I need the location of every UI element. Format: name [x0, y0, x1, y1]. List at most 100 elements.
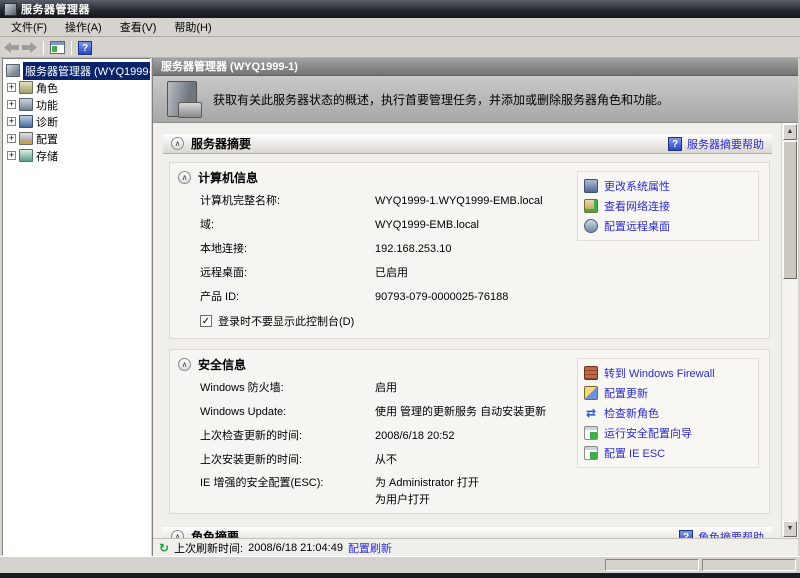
last-refresh-time: 2008/6/18 21:04:49: [248, 541, 343, 554]
tree-root-label[interactable]: 服务器管理器 (WYQ1999-1): [23, 61, 150, 80]
server-summary-help-link[interactable]: 服务器摘要帮助: [687, 136, 764, 152]
expand-plus-icon[interactable]: +: [7, 151, 16, 160]
ie-esc-icon: [584, 446, 598, 460]
computer-info-title: 计算机信息: [198, 171, 259, 185]
row-label: 计算机完整名称:: [200, 195, 281, 207]
window-title: 服务器管理器: [21, 4, 90, 16]
tree-item-label[interactable]: 角色: [36, 80, 58, 96]
row-label: Windows Update:: [200, 406, 287, 418]
link-label[interactable]: 配置远程桌面: [604, 218, 670, 234]
collapse-chevron-icon[interactable]: ∧: [178, 358, 191, 371]
details-pane: 服务器管理器 (WYQ1999-1) 获取有关此服务器状态的概述，执行首要管理任…: [152, 58, 798, 556]
row-label: 产品 ID:: [200, 291, 240, 303]
server-summary-title: 服务器摘要: [191, 137, 252, 151]
link-label[interactable]: 转到 Windows Firewall: [604, 365, 715, 381]
banner-text: 获取有关此服务器状态的概述，执行首要管理任务，并添加或删除服务器角色和功能。: [213, 92, 670, 107]
row-value: 使用 管理的更新服务 自动安装更新: [375, 406, 547, 418]
expand-plus-icon[interactable]: +: [7, 117, 16, 126]
server-summary-header[interactable]: ∧ 服务器摘要 ? 服务器摘要帮助: [163, 133, 772, 154]
features-icon: [19, 98, 33, 111]
console-tree: 服务器管理器 (WYQ1999-1) + 角色 + 功能 + 诊断 + 配置 +…: [2, 58, 151, 556]
link-label[interactable]: 配置 IE ESC: [604, 445, 665, 461]
row-label: 上次检查更新的时间:: [200, 430, 303, 442]
system-properties-icon: [584, 179, 598, 193]
tree-item-label[interactable]: 诊断: [36, 114, 58, 130]
configure-updates[interactable]: 配置更新: [584, 383, 752, 403]
expand-plus-icon[interactable]: +: [7, 100, 16, 109]
link-label[interactable]: 更改系统属性: [604, 178, 670, 194]
menu-action[interactable]: 操作(A): [56, 17, 111, 37]
menu-help[interactable]: 帮助(H): [165, 17, 220, 37]
link-label[interactable]: 查看网络连接: [604, 198, 670, 214]
back-icon[interactable]: [4, 42, 19, 53]
show-console-tree-icon[interactable]: [50, 41, 65, 54]
scrollbar-thumb[interactable]: [783, 141, 797, 279]
row-label: 本地连接:: [200, 243, 248, 255]
link-label[interactable]: 检查新角色: [604, 405, 659, 421]
run-security-wizard[interactable]: 运行安全配置向导: [584, 423, 752, 443]
toolbar-separator: [43, 40, 44, 55]
computer-info-links: 更改系统属性 查看网络连接 配置远程桌面: [577, 171, 759, 241]
computer-info-panel: ∧ 计算机信息 计算机完整名称: WYQ1999-1.WYQ1999-EMB.l…: [169, 162, 770, 339]
row-value: 192.168.253.10: [375, 243, 452, 255]
tree-item-diagnostics[interactable]: + 诊断: [3, 113, 150, 130]
roles-summary-help-link[interactable]: 角色摘要帮助: [698, 529, 764, 539]
collapse-chevron-icon[interactable]: ∧: [171, 137, 184, 150]
roles-summary-header[interactable]: ∧ 角色摘要 ? 角色摘要帮助: [163, 526, 772, 538]
tree-item-label[interactable]: 存储: [36, 148, 58, 164]
configuration-icon: [19, 132, 33, 145]
link-label[interactable]: 运行安全配置向导: [604, 425, 692, 441]
row-value: 2008/6/18 20:52: [375, 430, 455, 442]
server-manager-icon: [4, 2, 17, 16]
configure-refresh-link[interactable]: 配置刷新: [348, 540, 392, 556]
checkbox-label: 登录时不要显示此控制台(D): [218, 316, 355, 328]
menu-bar: 文件(F) 操作(A) 查看(V) 帮助(H): [0, 18, 800, 37]
view-network-connections[interactable]: 查看网络连接: [584, 196, 752, 216]
diagnostics-icon: [19, 115, 33, 128]
tree-item-roles[interactable]: + 角色: [3, 79, 150, 96]
windows-update-icon: [584, 386, 598, 400]
network-connections-icon: [584, 199, 598, 213]
configure-remote-desktop[interactable]: 配置远程桌面: [584, 216, 752, 236]
collapse-chevron-icon[interactable]: ∧: [178, 171, 191, 184]
menu-view[interactable]: 查看(V): [111, 17, 166, 37]
check-new-roles-icon: ⇄: [585, 406, 597, 420]
collapse-chevron-icon[interactable]: ∧: [171, 530, 184, 538]
change-system-properties[interactable]: 更改系统属性: [584, 176, 752, 196]
title-bar[interactable]: 服务器管理器: [0, 0, 800, 18]
expand-plus-icon[interactable]: +: [7, 83, 16, 92]
expand-plus-icon[interactable]: +: [7, 134, 16, 143]
row-value-line2: 为用户打开: [375, 494, 430, 506]
tree-root-server-manager[interactable]: 服务器管理器 (WYQ1999-1): [3, 61, 150, 80]
tree-item-label[interactable]: 功能: [36, 97, 58, 113]
tree-item-storage[interactable]: + 存储: [3, 147, 150, 164]
forward-icon[interactable]: [22, 42, 37, 53]
security-wizard-icon: [584, 426, 598, 440]
scroll-up-icon[interactable]: ▲: [783, 124, 797, 140]
row-value: 启用: [375, 382, 397, 394]
server-manager-node-icon: [6, 64, 20, 77]
link-label[interactable]: 配置更新: [604, 385, 648, 401]
window-bottom-border: [0, 573, 800, 578]
row-value: WYQ1999-EMB.local: [375, 219, 479, 231]
dont-show-console-checkbox[interactable]: ✓: [200, 315, 212, 327]
row-label: 上次安装更新的时间:: [200, 454, 303, 466]
go-to-windows-firewall[interactable]: 转到 Windows Firewall: [584, 363, 752, 383]
tree-item-configuration[interactable]: + 配置: [3, 130, 150, 147]
info-row: 产品 ID: 90793-079-0000025-76188: [170, 285, 769, 309]
pane-content: ∧ 服务器摘要 ? 服务器摘要帮助 ∧ 计算机信息 计算机完整名称: WYQ19…: [153, 123, 798, 538]
tree-item-label[interactable]: 配置: [36, 131, 58, 147]
refresh-bar: ↻ 上次刷新时间: 2008/6/18 21:04:49 配置刷新: [153, 538, 798, 556]
vertical-scrollbar[interactable]: ▲ ▼: [781, 123, 798, 538]
overview-banner: 获取有关此服务器状态的概述，执行首要管理任务，并添加或删除服务器角色和功能。: [153, 76, 798, 123]
help-icon[interactable]: ?: [78, 40, 92, 55]
configure-ie-esc[interactable]: 配置 IE ESC: [584, 443, 752, 463]
row-value: 90793-079-0000025-76188: [375, 291, 509, 303]
tree-item-features[interactable]: + 功能: [3, 96, 150, 113]
row-label: IE 增强的安全配置(ESC):: [200, 477, 324, 489]
help-badge-icon: ?: [668, 136, 682, 151]
scroll-down-icon[interactable]: ▼: [783, 521, 797, 537]
menu-file[interactable]: 文件(F): [2, 17, 56, 37]
check-new-roles[interactable]: ⇄ 检查新角色: [584, 403, 752, 423]
help-badge-icon: ?: [679, 529, 693, 538]
